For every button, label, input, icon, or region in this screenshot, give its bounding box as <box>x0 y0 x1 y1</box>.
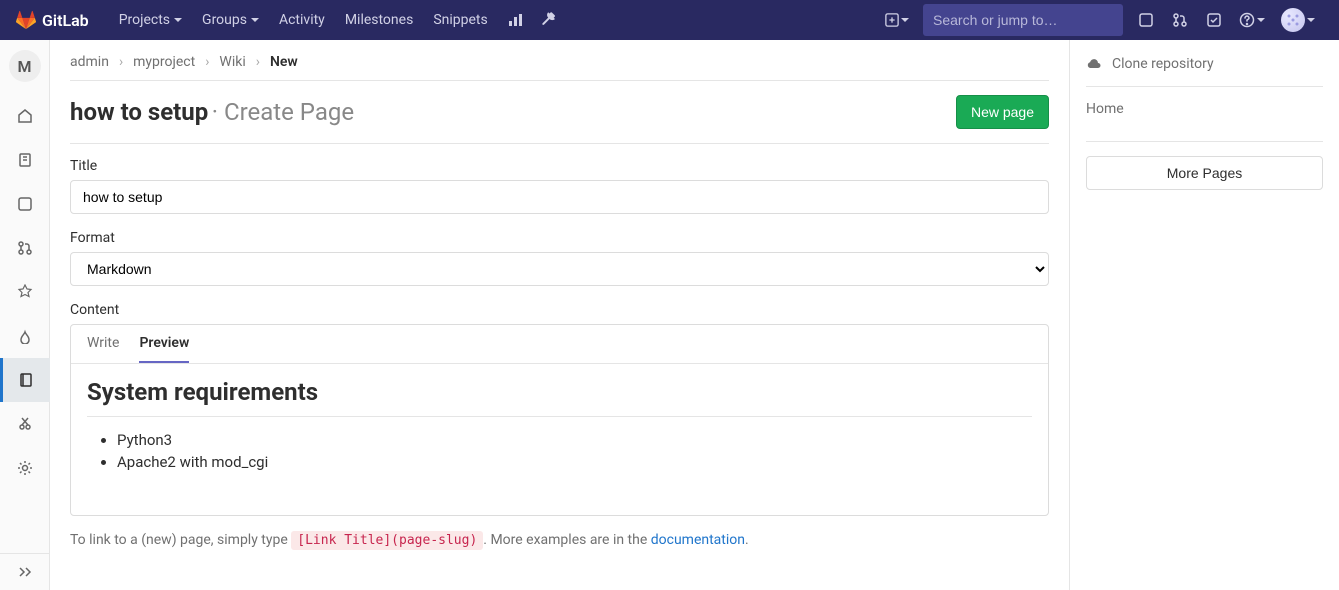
wiki-sidebar: Clone repository Home More Pages <box>1069 40 1339 590</box>
topbar-right <box>877 0 1323 40</box>
clone-label: Clone repository <box>1112 56 1214 72</box>
page-title: how to setup <box>70 98 208 126</box>
clone-repository-link[interactable]: Clone repository <box>1086 56 1323 87</box>
sidebar-snippets[interactable] <box>0 402 50 446</box>
chevron-down-icon <box>901 18 909 22</box>
content-area: admin › myproject › Wiki › New how to se… <box>50 40 1069 590</box>
more-pages-button[interactable]: More Pages <box>1086 156 1323 190</box>
breadcrumb-admin[interactable]: admin <box>70 54 109 70</box>
preview-list-item: Python3 <box>117 431 1032 449</box>
nav-milestones-label: Milestones <box>345 12 414 28</box>
chevron-down-icon <box>1257 18 1265 22</box>
search-box[interactable] <box>923 4 1123 36</box>
sidebar-overview[interactable] <box>0 94 50 138</box>
cloud-download-icon <box>1086 56 1102 72</box>
new-menu[interactable] <box>877 0 917 40</box>
nav-snippets-label: Snippets <box>433 12 487 28</box>
title-input[interactable] <box>70 180 1049 214</box>
preview-heading: System requirements <box>87 378 1032 406</box>
sidebar-wiki[interactable] <box>0 358 50 402</box>
project-avatar[interactable]: M <box>9 50 41 82</box>
breadcrumb-current: New <box>270 54 298 70</box>
breadcrumb-wiki[interactable]: Wiki <box>219 54 245 70</box>
user-menu[interactable] <box>1273 0 1323 40</box>
brand-text: GitLab <box>42 11 89 30</box>
help-mid: . More examples are in the <box>483 532 650 548</box>
nav-projects-label: Projects <box>119 12 170 28</box>
preview-pane: System requirements Python3 Apache2 with… <box>71 364 1048 515</box>
breadcrumb-project[interactable]: myproject <box>133 54 195 70</box>
sidebar-operations[interactable] <box>0 314 50 358</box>
sidebar-collapse[interactable] <box>0 553 49 590</box>
sidebar-merge-requests[interactable] <box>0 226 50 270</box>
tab-write[interactable]: Write <box>87 335 119 363</box>
nav-activity-label: Activity <box>279 12 325 28</box>
gitlab-logo[interactable]: GitLab <box>16 10 89 30</box>
merge-requests-icon[interactable] <box>1163 0 1197 40</box>
page-subtitle: · Create Page <box>212 98 354 126</box>
sidebar-cicd[interactable] <box>0 270 50 314</box>
search-input[interactable] <box>933 12 1114 28</box>
chevron-down-icon <box>174 18 182 22</box>
sidebar-repository[interactable] <box>0 138 50 182</box>
help-prefix: To link to a (new) page, simply type <box>70 532 291 548</box>
content-editor: Write Preview System requirements Python… <box>70 324 1049 516</box>
help-icon <box>1239 12 1255 28</box>
editor-tabs: Write Preview <box>71 325 1048 363</box>
format-select[interactable]: Markdown <box>70 252 1049 286</box>
breadcrumb-sep: › <box>119 54 123 70</box>
nav-activity[interactable]: Activity <box>269 0 335 40</box>
help-text: To link to a (new) page, simply type [Li… <box>70 532 1049 548</box>
todos-icon[interactable] <box>1197 0 1231 40</box>
format-label: Format <box>70 230 1049 246</box>
project-sidebar: M <box>0 40 50 590</box>
help-code: [Link Title](page-slug) <box>291 531 483 550</box>
topbar: GitLab Projects Groups Activity Mileston… <box>0 0 1339 40</box>
wiki-home-link[interactable]: Home <box>1086 101 1323 117</box>
tanuki-icon <box>16 10 36 30</box>
chevron-down-icon <box>1307 18 1315 22</box>
page-header: how to setup · Create Page New page <box>70 95 1049 129</box>
chevron-down-icon <box>251 18 259 22</box>
nav-milestones[interactable]: Milestones <box>335 0 424 40</box>
breadcrumb-sep: › <box>256 54 260 70</box>
help-suffix: . <box>745 532 749 548</box>
nav-analytics-icon[interactable] <box>498 0 532 40</box>
top-nav: Projects Groups Activity Milestones Snip… <box>109 0 566 40</box>
documentation-link[interactable]: documentation <box>651 532 745 548</box>
help-menu[interactable] <box>1231 0 1273 40</box>
nav-groups[interactable]: Groups <box>192 0 269 40</box>
plus-box-icon <box>885 13 899 27</box>
title-label: Title <box>70 158 1049 174</box>
breadcrumb-sep: › <box>205 54 209 70</box>
sidebar-issues[interactable] <box>0 182 50 226</box>
avatar <box>1281 8 1305 32</box>
sidebar-settings[interactable] <box>0 446 50 490</box>
nav-wrench-icon[interactable] <box>532 0 566 40</box>
tab-preview[interactable]: Preview <box>139 335 189 363</box>
breadcrumb: admin › myproject › Wiki › New <box>70 50 1049 80</box>
nav-groups-label: Groups <box>202 12 247 28</box>
nav-snippets[interactable]: Snippets <box>423 0 497 40</box>
new-page-button[interactable]: New page <box>956 95 1049 129</box>
issues-icon[interactable] <box>1129 0 1163 40</box>
content-label: Content <box>70 302 1049 318</box>
preview-list-item: Apache2 with mod_cgi <box>117 453 1032 471</box>
nav-projects[interactable]: Projects <box>109 0 192 40</box>
